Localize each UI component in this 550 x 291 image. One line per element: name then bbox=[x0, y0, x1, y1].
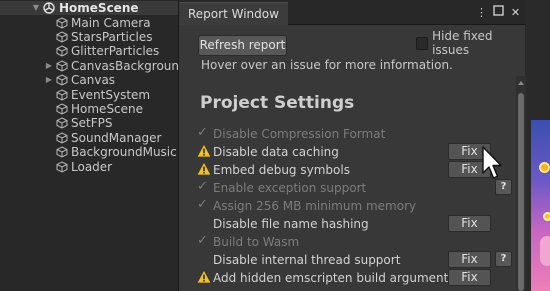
cube-icon bbox=[56, 161, 68, 173]
hierarchy-item-event-system[interactable]: EventSystem bbox=[0, 88, 178, 102]
close-icon[interactable]: ✕ bbox=[509, 5, 522, 20]
hierarchy-item-stars-particles[interactable]: StarsParticles bbox=[0, 30, 178, 44]
hierarchy-item-background-music[interactable]: BackgroundMusic bbox=[0, 145, 178, 159]
hierarchy-item-label: BackgroundMusic bbox=[71, 145, 177, 159]
issue-row-enable-exception-support: ✓ Enable exception support bbox=[197, 180, 507, 196]
issue-label: Disable internal thread support bbox=[213, 253, 401, 267]
cube-icon bbox=[56, 45, 68, 57]
hierarchy-item-canvas-background[interactable]: ▶ CanvasBackground bbox=[0, 59, 178, 73]
issue-label: Enable exception support bbox=[213, 181, 367, 195]
hierarchy-item-label: Main Camera bbox=[71, 16, 151, 30]
issue-row-build-to-wasm: ✓ Build to Wasm bbox=[197, 234, 507, 250]
kebab-menu-icon[interactable]: ⋮ bbox=[475, 5, 488, 20]
issue-row-disable-compression-format: ✓ Disable Compression Format bbox=[197, 126, 507, 142]
chevron-down-icon[interactable]: ▼ bbox=[32, 1, 40, 15]
chevron-right-icon[interactable]: ▶ bbox=[45, 73, 53, 87]
hierarchy-item-label: SetFPS bbox=[71, 116, 113, 130]
issue-row-assign-256mb-minimum-memory: ✓ Assign 256 MB minimum memory bbox=[197, 198, 507, 214]
report-window: Report Window ⋮ ✕ Refresh report Hide fi… bbox=[178, 0, 526, 291]
checkmark-icon: ✓ bbox=[197, 179, 208, 194]
scene-view[interactable] bbox=[525, 0, 550, 291]
hover-hint: Hover over an issue for more information… bbox=[201, 58, 453, 72]
help-button-disable-internal-thread-support[interactable]: ? bbox=[495, 251, 512, 267]
section-title: Project Settings bbox=[200, 93, 355, 113]
maximize-icon[interactable] bbox=[492, 5, 505, 20]
scroll-up-arrow-icon[interactable] bbox=[518, 81, 524, 85]
hierarchy-item-main-camera[interactable]: Main Camera bbox=[0, 16, 178, 30]
hierarchy-scene-row[interactable]: ▼ HomeScene bbox=[0, 1, 178, 15]
cube-icon bbox=[56, 146, 68, 158]
hierarchy-item-label: Canvas bbox=[71, 73, 116, 87]
issue-label: Assign 256 MB minimum memory bbox=[213, 199, 417, 213]
cube-icon bbox=[56, 74, 68, 86]
hierarchy-item-sound-manager[interactable]: SoundManager bbox=[0, 131, 178, 145]
fix-button-add-hidden-emscripten-args[interactable]: Fix bbox=[448, 269, 491, 286]
hide-fixed-label: Hide fixed issues bbox=[432, 29, 493, 57]
hierarchy-panel: ▼ HomeScene Main Camera StarsParticles G… bbox=[0, 0, 178, 291]
hierarchy-item-label: SoundManager bbox=[71, 131, 162, 145]
cube-icon bbox=[56, 117, 68, 129]
coin-sprite bbox=[543, 212, 550, 221]
hierarchy-item-label: GlitterParticles bbox=[71, 44, 160, 58]
unity-scene-icon bbox=[43, 2, 55, 14]
warning-icon bbox=[197, 271, 211, 283]
hierarchy-item-label: CanvasBackground bbox=[71, 59, 178, 73]
hierarchy-item-glitter-particles[interactable]: GlitterParticles bbox=[0, 44, 178, 58]
hierarchy-item-home-scene[interactable]: HomeScene bbox=[0, 102, 178, 116]
cube-icon bbox=[56, 17, 68, 29]
mouse-cursor-icon bbox=[482, 146, 502, 179]
hierarchy-item-label: StarsParticles bbox=[71, 30, 153, 44]
cube-icon bbox=[56, 89, 68, 101]
cube-icon bbox=[56, 31, 68, 43]
issue-label: Add hidden emscripten build arguments bbox=[213, 271, 455, 285]
chevron-right-icon[interactable]: ▶ bbox=[45, 59, 53, 73]
issue-label: Embed debug symbols bbox=[213, 163, 350, 177]
issue-label: Disable file name hashing bbox=[213, 217, 369, 231]
checkmark-icon: ✓ bbox=[197, 125, 208, 140]
hierarchy-item-set-fps[interactable]: SetFPS bbox=[0, 116, 178, 130]
cube-icon bbox=[56, 132, 68, 144]
cube-icon bbox=[56, 60, 68, 72]
hierarchy-item-canvas[interactable]: ▶ Canvas bbox=[0, 73, 178, 87]
refresh-report-button[interactable]: Refresh report bbox=[198, 35, 287, 56]
help-button-enable-exception-support[interactable]: ? bbox=[495, 179, 512, 195]
fix-button-disable-file-name-hashing[interactable]: Fix bbox=[448, 215, 491, 232]
coin-sprite bbox=[539, 162, 550, 173]
hierarchy-item-label: Loader bbox=[71, 160, 113, 174]
fix-button-disable-internal-thread-support[interactable]: Fix bbox=[448, 251, 491, 268]
checkmark-icon: ✓ bbox=[197, 197, 208, 212]
window-titlebar[interactable]: Report Window ⋮ ✕ bbox=[179, 0, 526, 25]
issue-label: Disable Compression Format bbox=[213, 127, 386, 141]
window-title[interactable]: Report Window bbox=[179, 2, 288, 25]
hide-fixed-checkbox[interactable] bbox=[416, 36, 429, 50]
scrollbar-thumb[interactable] bbox=[518, 93, 524, 291]
hide-fixed-issues-toggle[interactable]: Hide fixed issues bbox=[416, 29, 525, 57]
issue-label: Build to Wasm bbox=[213, 235, 300, 249]
hierarchy-item-label: EventSystem bbox=[71, 88, 151, 102]
hierarchy-item-label: HomeScene bbox=[71, 102, 144, 116]
warning-icon bbox=[197, 145, 211, 157]
checkmark-icon: ✓ bbox=[197, 233, 208, 248]
scene-name: HomeScene bbox=[59, 1, 139, 15]
issue-label: Disable data caching bbox=[213, 145, 339, 159]
cube-icon bbox=[56, 103, 68, 115]
hierarchy-item-loader[interactable]: Loader bbox=[0, 160, 178, 174]
character-sprite bbox=[540, 236, 550, 266]
warning-icon bbox=[197, 163, 211, 175]
